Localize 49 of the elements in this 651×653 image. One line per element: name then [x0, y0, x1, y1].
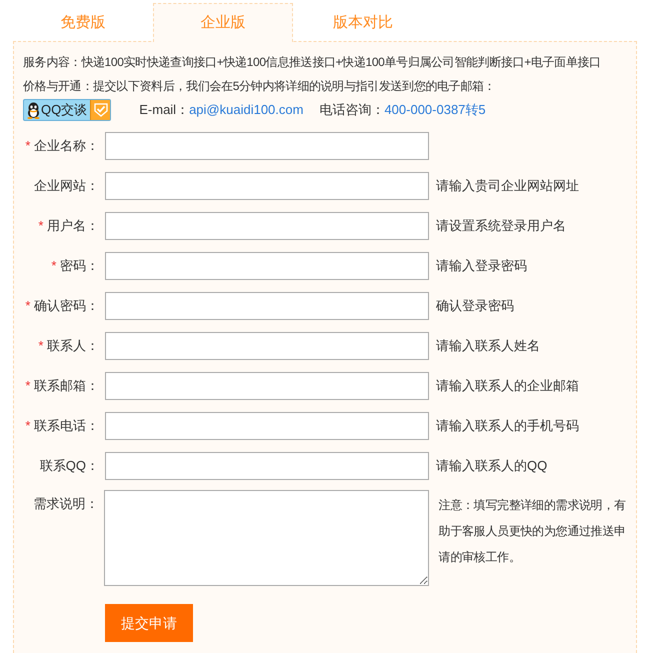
input-field[interactable]	[105, 332, 429, 360]
service-description: 服务内容：快递100实时快递查询接口+快递100信息推送接口+快递100单号归属公司智能判断接口+电子面单接口	[23, 54, 601, 71]
required-asterisk: *	[38, 338, 44, 354]
input-field[interactable]	[105, 412, 429, 440]
phone-link[interactable]: 400-000-0387转5	[384, 100, 486, 120]
tab[interactable]: 版本对比	[293, 3, 433, 42]
field-hint: 请输入贵司企业网站网址	[436, 177, 579, 196]
price-description: 价格与开通：提交以下资料后，我们会在5分钟内将详细的说明与指引发送到您的电子邮箱：	[23, 78, 496, 95]
input-field[interactable]	[105, 292, 429, 320]
required-asterisk: *	[25, 378, 30, 394]
input-field[interactable]	[105, 372, 429, 400]
field-hint: 请输入联系人的企业邮箱	[436, 377, 579, 396]
field-hint: 请输入登录密码	[436, 257, 527, 276]
qq-chat-button[interactable]: QQ交谈	[23, 99, 112, 121]
input-field[interactable]	[105, 132, 429, 160]
tab[interactable]: 免费版	[13, 3, 153, 42]
tab[interactable]: 企业版	[153, 3, 293, 42]
input-field[interactable]	[105, 252, 429, 280]
textarea-field[interactable]	[104, 490, 429, 586]
required-asterisk: *	[25, 298, 30, 314]
required-asterisk: *	[25, 138, 30, 154]
phone-label: 电话咨询：	[319, 101, 384, 120]
submit-button[interactable]: 提交申请	[105, 604, 193, 642]
field-hint: 请输入联系人姓名	[436, 337, 540, 356]
email-label: E-mail：	[139, 101, 190, 120]
field-label: 联系QQ：	[40, 457, 99, 476]
field-label: 确认密码：	[34, 297, 99, 316]
field-hint: 确认登录密码	[436, 297, 514, 316]
field-hint: 请设置系统登录用户名	[436, 217, 566, 236]
field-hint: 请输入联系人的手机号码	[436, 417, 579, 436]
input-field[interactable]	[105, 172, 429, 200]
field-label: 用户名：	[47, 217, 99, 236]
input-field[interactable]	[105, 212, 429, 240]
required-asterisk: *	[25, 418, 30, 434]
field-label: 需求说明：	[33, 495, 98, 513]
field-label: 企业网站：	[34, 177, 99, 196]
input-field[interactable]	[105, 452, 429, 480]
field-hint: 注意：填写完整详细的需求说明，有助于客服人员更快的为您通过推送申请的审核工作。	[438, 497, 627, 566]
required-asterisk: *	[38, 218, 44, 234]
field-label: 密码：	[60, 257, 99, 276]
field-label: 企业名称：	[34, 137, 99, 156]
email-link[interactable]: api@kuaidi100.com	[189, 100, 304, 120]
field-label: 联系人：	[47, 337, 99, 356]
penguin-icon	[26, 102, 41, 118]
required-asterisk: *	[51, 258, 56, 274]
field-label: 联系电话：	[34, 417, 99, 436]
field-label: 联系邮箱：	[34, 377, 99, 396]
field-hint: 请输入联系人的QQ	[436, 457, 548, 476]
check-icon	[94, 103, 108, 117]
